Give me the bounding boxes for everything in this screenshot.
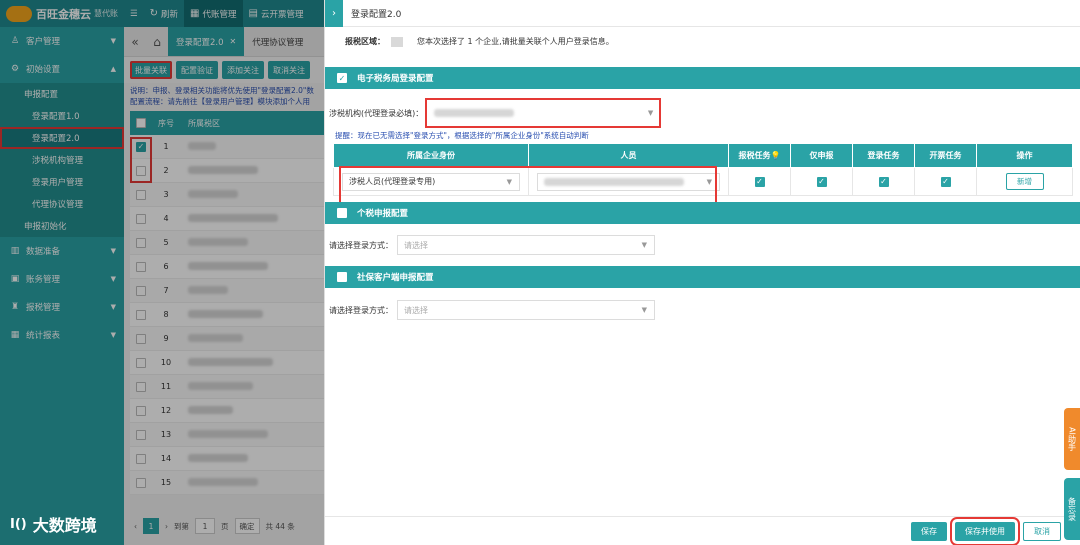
- login-method-label: 请选择登录方式：: [329, 240, 393, 250]
- section-etax: ✓ 电子税务局登录配置: [325, 67, 1080, 89]
- declare-only-checkbox[interactable]: ✓: [816, 176, 827, 187]
- column-header-declare-only: 仅申报: [790, 143, 853, 168]
- personal-login-method-row: 请选择登录方式： 请选择 ▼: [329, 235, 655, 255]
- social-login-method-select[interactable]: 请选择 ▼: [397, 300, 655, 320]
- section-title: 电子税务局登录配置: [357, 74, 434, 84]
- login-method-label: 请选择登录方式：: [329, 305, 393, 315]
- column-header-invoice-task: 开票任务: [914, 143, 977, 168]
- ai-assistant-tab[interactable]: AI助手: [1064, 408, 1080, 470]
- save-and-use-button[interactable]: 保存并使用: [950, 516, 1020, 545]
- tax-area-label: 报税区域：: [345, 37, 385, 46]
- select-placeholder: 请选择: [404, 305, 428, 315]
- chevron-down-icon: ▼: [506, 177, 512, 186]
- watermark-logo: Ⅰ(): [10, 516, 27, 532]
- select-placeholder: 请选择: [404, 240, 428, 250]
- chevron-right-icon[interactable]: ›: [325, 0, 343, 27]
- table-row: 涉税人员(代理登录专用) ▼ ▼ ✓ ✓ ✓ ✓ 新增: [333, 167, 1073, 196]
- column-header-person: 人员: [528, 143, 729, 168]
- agency-label: 涉税机构(代理登录必填)：: [329, 108, 424, 118]
- login-task-checkbox[interactable]: ✓: [878, 176, 889, 187]
- selection-message: 您本次选择了 1 个企业,请批量关联个人用户登录信息。: [417, 37, 614, 46]
- identity-value: 涉税人员(代理登录专用): [349, 177, 436, 186]
- agency-value-redacted: [434, 109, 515, 117]
- agency-field-row: 涉税机构(代理登录必填)： ▼: [329, 98, 662, 128]
- section-social-security: 社保客户端申报配置: [325, 266, 1080, 288]
- header-label: 报税任务: [738, 151, 771, 160]
- section-personal-tax-checkbox[interactable]: [337, 208, 347, 218]
- lightbulb-icon: 💡: [770, 151, 781, 160]
- section-title: 个税申报配置: [357, 209, 409, 219]
- column-header-identity: 所属企业身份: [333, 143, 529, 168]
- cancel-button[interactable]: 取消: [1023, 521, 1061, 541]
- drawer-title: 登录配置2.0: [351, 9, 402, 20]
- modal-backdrop[interactable]: [0, 0, 324, 545]
- social-login-method-row: 请选择登录方式： 请选择 ▼: [329, 300, 655, 320]
- person-select[interactable]: ▼: [537, 172, 720, 191]
- section-etax-checkbox[interactable]: ✓: [337, 73, 347, 83]
- tax-task-checkbox[interactable]: ✓: [754, 176, 765, 187]
- column-header-actions: 操作: [976, 143, 1073, 168]
- section-personal-tax: 个税申报配置: [325, 202, 1080, 224]
- column-header-tax-task: 报税任务💡: [728, 143, 791, 168]
- chevron-down-icon: ▼: [641, 306, 647, 314]
- ai-assistant-label: AI助手: [1067, 427, 1077, 451]
- personal-login-method-select[interactable]: 请选择 ▼: [397, 235, 655, 255]
- chevron-down-icon: ▼: [706, 177, 712, 186]
- chevron-down-icon: ▼: [647, 109, 654, 117]
- drawer-footer: 保存 保存并使用 取消: [325, 516, 1080, 545]
- identity-select[interactable]: 涉税人员(代理登录专用) ▼: [342, 172, 520, 191]
- watermark-text: 大数跨境: [32, 516, 97, 535]
- chevron-down-icon: ▼: [641, 241, 647, 249]
- tax-area-value: [391, 36, 403, 47]
- login-config-drawer: › 登录配置2.0 报税区域： 您本次选择了 1 个企业,请批量关联个人用户登录…: [324, 0, 1080, 545]
- drawer-header: › 登录配置2.0: [325, 0, 1080, 27]
- agency-select[interactable]: ▼: [425, 98, 662, 128]
- invoice-task-checkbox[interactable]: ✓: [940, 176, 951, 187]
- save-button[interactable]: 保存: [911, 521, 947, 541]
- section-social-security-checkbox[interactable]: [337, 272, 347, 282]
- section-title: 社保客户端申报配置: [357, 273, 434, 283]
- hint-text: 提醒：现在已无需选择"登录方式"，根据选择的"所属企业身份"系统自动判断: [335, 131, 589, 140]
- add-row-button[interactable]: 新增: [1005, 173, 1044, 190]
- identity-table: 所属企业身份 人员 报税任务💡 仅申报 登录任务 开票任务 操作 涉税人员(代理…: [333, 143, 1073, 196]
- watermark: Ⅰ() 大数跨境: [10, 512, 97, 536]
- memo-label: 备忘录: [1067, 497, 1077, 521]
- tax-area-line: 报税区域： 您本次选择了 1 个企业,请批量关联个人用户登录信息。: [345, 36, 614, 47]
- person-value-redacted: [544, 177, 684, 186]
- column-header-login-task: 登录任务: [852, 143, 915, 168]
- memo-tab[interactable]: 备忘录: [1064, 478, 1080, 540]
